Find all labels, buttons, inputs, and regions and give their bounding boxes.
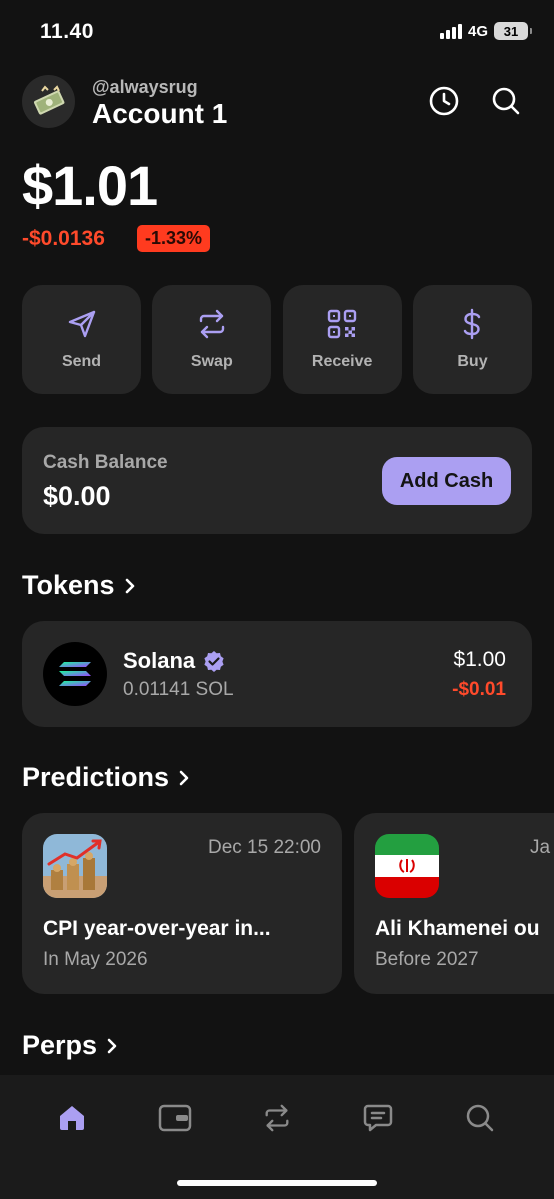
avatar[interactable] — [22, 75, 75, 128]
predictions-title: Predictions — [22, 762, 170, 792]
receive-label: Receive — [311, 353, 373, 370]
perps-header[interactable]: Perps — [22, 1030, 119, 1061]
nav-swap[interactable] — [255, 1096, 299, 1140]
swap-button[interactable]: Swap — [152, 285, 272, 394]
search-icon — [492, 87, 520, 115]
token-amount: 0.01141 SOL — [123, 679, 234, 700]
solana-logo-icon — [43, 642, 107, 706]
prediction-card[interactable]: Ja Ali Khamenei ou Before 2027 — [354, 813, 554, 994]
buy-label: Buy — [457, 353, 488, 370]
prediction-card[interactable]: Dec 15 22:00 CPI year-over-year in... In… — [22, 813, 342, 994]
swap-icon — [265, 1104, 289, 1132]
swap-icon — [195, 307, 229, 341]
balance-change-percent-badge: -1.33% — [137, 225, 211, 252]
clock-icon — [429, 86, 459, 116]
nav-home[interactable] — [50, 1096, 94, 1140]
account-handle[interactable]: @alwaysrug — [92, 77, 198, 98]
predictions-header[interactable]: Predictions — [22, 762, 191, 793]
signal-icon — [439, 23, 462, 39]
prediction-date: Ja — [530, 837, 551, 858]
cash-balance-title: Cash Balance — [43, 452, 168, 473]
prediction-subtitle: Before 2027 — [375, 949, 479, 970]
verified-badge-icon — [204, 651, 224, 672]
portfolio-balance: $1.01 — [22, 154, 158, 217]
token-row-solana[interactable]: Solana 0.01141 SOL $1.00 -$0.01 — [22, 621, 532, 727]
account-name[interactable]: Account 1 — [92, 98, 227, 130]
history-button[interactable] — [427, 84, 461, 118]
chevron-right-icon — [107, 1038, 117, 1053]
token-name: Solana — [123, 648, 225, 674]
cash-balance-value: $0.00 — [43, 481, 111, 511]
prediction-subtitle: In May 2026 — [43, 949, 148, 970]
tokens-title: Tokens — [22, 570, 115, 600]
tokens-header[interactable]: Tokens — [22, 570, 137, 601]
battery-level: 31 — [503, 23, 519, 39]
nav-search[interactable] — [458, 1096, 502, 1140]
network-label: 4G — [467, 22, 488, 40]
status-time: 11.40 — [40, 20, 94, 43]
send-icon — [65, 307, 99, 341]
nav-wallet[interactable] — [153, 1096, 197, 1140]
battery-icon: 31 — [494, 22, 532, 40]
prediction-title: CPI year-over-year in... — [43, 917, 271, 940]
receive-button[interactable]: Receive — [282, 285, 402, 394]
perps-title: Perps — [22, 1030, 98, 1060]
add-cash-button[interactable]: Add Cash — [382, 457, 511, 505]
home-icon — [60, 1106, 84, 1130]
quick-actions: Send Swap Receive Buy — [22, 285, 532, 394]
chevron-right-icon — [125, 578, 134, 593]
home-indicator[interactable] — [177, 1180, 377, 1186]
nav-chat[interactable] — [356, 1096, 400, 1140]
search-button[interactable] — [489, 84, 523, 118]
prediction-title: Ali Khamenei ou — [375, 917, 540, 940]
dollar-icon — [455, 307, 489, 341]
search-icon — [466, 1104, 494, 1132]
chevron-right-icon — [179, 770, 189, 785]
swap-label: Swap — [190, 353, 233, 370]
balance-change-amount: -$0.0136 — [22, 227, 105, 250]
token-name-label: Solana — [123, 648, 196, 673]
chat-icon — [363, 1104, 393, 1132]
send-button[interactable]: Send — [22, 285, 141, 394]
cpi-chart-image — [43, 834, 107, 898]
iran-flag-image — [375, 834, 439, 898]
buy-button[interactable]: Buy — [412, 285, 532, 394]
prediction-date: Dec 15 22:00 — [207, 837, 321, 858]
token-change: -$0.01 — [452, 679, 506, 700]
wallet-icon — [158, 1104, 192, 1132]
avatar-money-icon — [33, 84, 64, 115]
token-value: $1.00 — [453, 648, 506, 671]
status-bar: 11.40 4G 31 — [0, 0, 554, 64]
send-label: Send — [61, 353, 102, 370]
qr-code-icon — [325, 307, 359, 341]
status-indicators: 4G 31 — [439, 22, 532, 40]
cash-balance-card: Cash Balance $0.00 Add Cash — [22, 427, 532, 534]
